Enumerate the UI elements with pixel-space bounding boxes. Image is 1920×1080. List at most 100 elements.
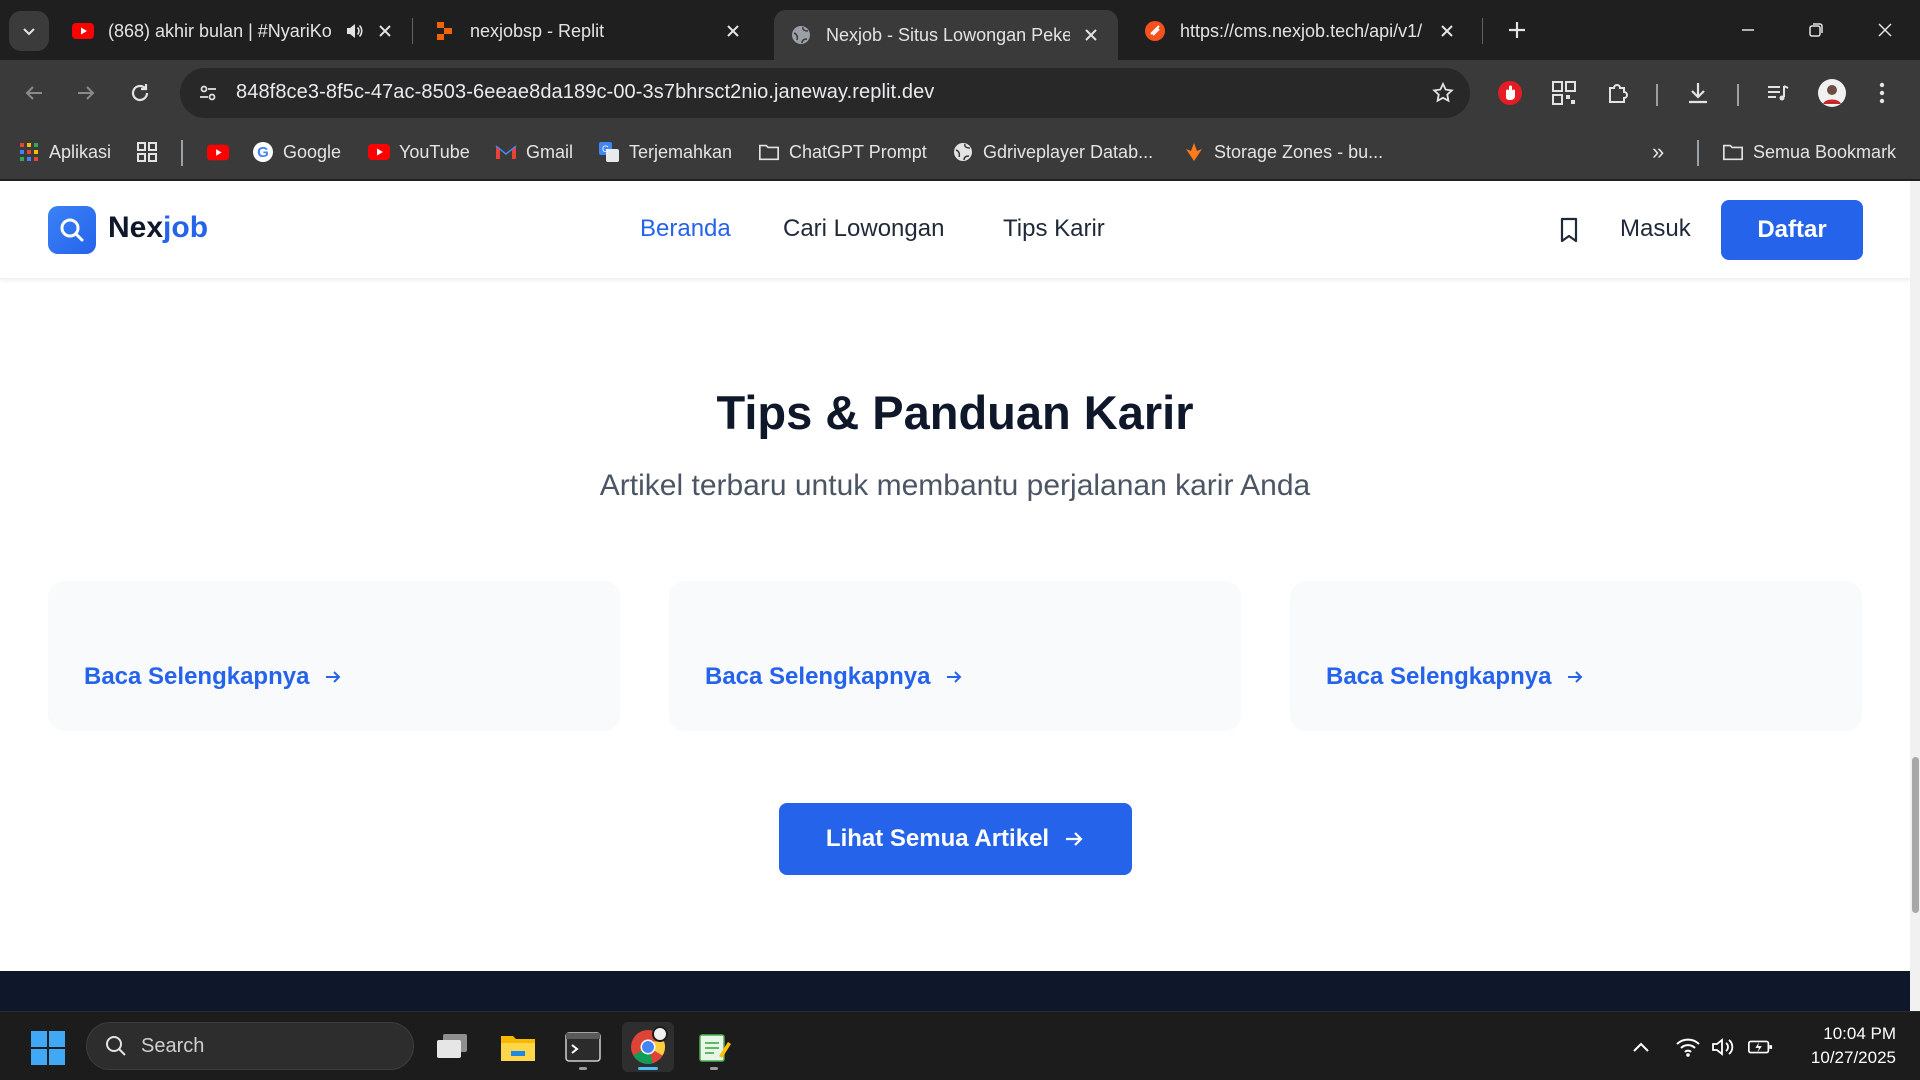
cms-icon <box>1144 20 1166 42</box>
view-all-articles-button[interactable]: Lihat Semua Artikel <box>779 803 1132 875</box>
extensions-puzzle-icon[interactable] <box>1600 75 1636 111</box>
nav-beranda[interactable]: Beranda <box>640 215 731 243</box>
scrollbar-thumb[interactable] <box>1912 757 1919 913</box>
tray-overflow-chevron-icon[interactable] <box>1628 1034 1654 1060</box>
site-logo[interactable]: Nexjob <box>108 211 208 245</box>
task-view-icon[interactable] <box>426 1022 478 1072</box>
close-icon[interactable] <box>722 20 744 42</box>
taskbar-search[interactable]: Search <box>86 1022 414 1070</box>
address-bar[interactable]: 848f8ce3-8f5c-47ac-8503-6eeae8da189c-00-… <box>180 68 1470 118</box>
chrome-icon[interactable] <box>622 1022 674 1072</box>
tab-title: nexjobsp - Replit <box>470 20 605 41</box>
nav-cari-lowongan[interactable]: Cari Lowongan <box>783 215 944 243</box>
saved-jobs-button[interactable] <box>1553 214 1585 246</box>
forward-button[interactable] <box>64 71 108 115</box>
battery-charging-icon[interactable] <box>1747 1034 1773 1060</box>
folder-icon <box>758 141 780 163</box>
bookmark-apps[interactable]: Aplikasi <box>18 138 111 166</box>
read-more-label: Baca Selengkapnya <box>1326 663 1552 690</box>
site-footer <box>0 971 1910 1011</box>
toolbar-separator <box>1737 84 1739 106</box>
article-card: Baca Selengkapnya <box>1290 581 1862 731</box>
close-icon[interactable] <box>1080 24 1102 46</box>
bookmark-label: Terjemahkan <box>629 141 733 162</box>
url-text[interactable]: 848f8ce3-8f5c-47ac-8503-6eeae8da189c-00-… <box>236 81 934 104</box>
tab-youtube[interactable]: (868) akhir bulan | #NyariKo <box>56 10 412 52</box>
adblock-extension-icon[interactable] <box>1492 75 1528 111</box>
login-link[interactable]: Masuk <box>1620 215 1691 243</box>
close-icon[interactable] <box>374 20 396 42</box>
bookmark-gdriveplayer[interactable]: Gdriveplayer Datab... <box>952 138 1153 166</box>
bookmark-separator <box>181 140 183 166</box>
notepad-icon[interactable] <box>688 1022 740 1072</box>
bookmark-youtube-icon-only[interactable] <box>207 138 238 166</box>
bookmark-tab-groups[interactable] <box>136 138 167 166</box>
restore-icon <box>1809 23 1823 37</box>
volume-icon[interactable] <box>1710 1034 1736 1060</box>
arrow-right-icon <box>323 667 343 687</box>
read-more-link[interactable]: Baca Selengkapnya <box>1326 663 1585 691</box>
kebab-menu-icon[interactable] <box>1864 75 1900 111</box>
close-icon[interactable] <box>1436 20 1458 42</box>
read-more-label: Baca Selengkapnya <box>705 663 931 690</box>
site-header: Nexjob Beranda Cari Lowongan Tips Karir … <box>0 181 1910 279</box>
file-explorer-icon[interactable] <box>492 1022 544 1072</box>
tab-nexjob[interactable]: Nexjob - Situs Lowongan Pekerj <box>774 10 1118 60</box>
windows-start-icon[interactable] <box>30 1030 66 1066</box>
tab-title: https://cms.nexjob.tech/api/v1/ <box>1180 20 1423 41</box>
tab-cms[interactable]: https://cms.nexjob.tech/api/v1/ <box>1128 10 1474 52</box>
all-bookmarks-button[interactable]: Semua Bookmark <box>1722 138 1896 166</box>
more-bookmarks-button[interactable]: » <box>1652 138 1664 166</box>
tab-title: (868) akhir bulan | #NyariKo <box>108 20 332 41</box>
read-more-link[interactable]: Baca Selengkapnya <box>705 663 964 691</box>
close-window-button[interactable] <box>1857 8 1913 52</box>
chrome-profile-badge <box>652 1026 668 1042</box>
google-icon: G <box>252 141 274 163</box>
logo-text-accent: job <box>163 211 209 244</box>
wifi-icon[interactable] <box>1675 1034 1701 1060</box>
bookmark-youtube[interactable]: YouTube <box>368 138 470 166</box>
bookmark-translate[interactable]: G Terjemahkan <box>598 138 732 166</box>
bookmark-storage-zones[interactable]: Storage Zones - bu... <box>1183 138 1383 166</box>
restore-button[interactable] <box>1788 8 1844 52</box>
back-button[interactable] <box>12 71 56 115</box>
view-all-label: Lihat Semua Artikel <box>825 825 1050 852</box>
plus-icon <box>1509 22 1525 38</box>
tab-separator <box>412 18 413 44</box>
speaker-icon[interactable] <box>344 21 364 41</box>
bookmark-chatgpt-prompt[interactable]: ChatGPT Prompt <box>758 138 927 166</box>
svg-text:G: G <box>602 144 609 154</box>
star-icon[interactable] <box>1428 78 1458 108</box>
reload-button[interactable] <box>118 71 162 115</box>
new-tab-button[interactable] <box>1497 12 1537 48</box>
arrow-right-icon <box>944 667 964 687</box>
nav-tips-karir[interactable]: Tips Karir <box>1003 215 1105 243</box>
bookmark-label: Gdriveplayer Datab... <box>983 141 1154 162</box>
section-title: Tips & Panduan Karir <box>716 386 1194 439</box>
download-icon[interactable] <box>1680 75 1716 111</box>
bookmark-gmail[interactable]: Gmail <box>495 138 573 166</box>
arrow-left-icon <box>25 86 42 100</box>
bunny-icon <box>1183 141 1205 163</box>
media-control-icon[interactable] <box>1760 75 1796 111</box>
section-subtitle: Artikel terbaru untuk membantu perjalana… <box>599 469 1311 502</box>
arrow-right-icon <box>1063 828 1085 850</box>
signup-button[interactable]: Daftar <box>1721 200 1863 260</box>
logo-search-icon[interactable] <box>48 206 96 254</box>
terminal-icon[interactable] <box>557 1022 609 1072</box>
bookmark-label: Google <box>283 141 342 162</box>
site-info-icon[interactable] <box>190 75 226 111</box>
qr-code-icon[interactable] <box>1546 75 1582 111</box>
globe-icon <box>952 141 974 163</box>
bookmark-google[interactable]: G Google <box>252 138 341 166</box>
minimize-button[interactable] <box>1720 8 1776 52</box>
page-viewport: Nexjob Beranda Cari Lowongan Tips Karir … <box>0 181 1920 1011</box>
chevron-down-icon <box>23 28 35 36</box>
tab-search-button[interactable] <box>9 11 49 51</box>
read-more-link[interactable]: Baca Selengkapnya <box>84 663 343 691</box>
clock-time: 10:04 PM <box>1823 1024 1896 1043</box>
profile-avatar[interactable] <box>1814 75 1850 111</box>
search-label: Search <box>141 1034 205 1057</box>
tab-replit[interactable]: nexjobsp - Replit <box>418 10 760 52</box>
system-clock[interactable]: 10:04 PM 10/27/2025 <box>1811 1022 1896 1070</box>
